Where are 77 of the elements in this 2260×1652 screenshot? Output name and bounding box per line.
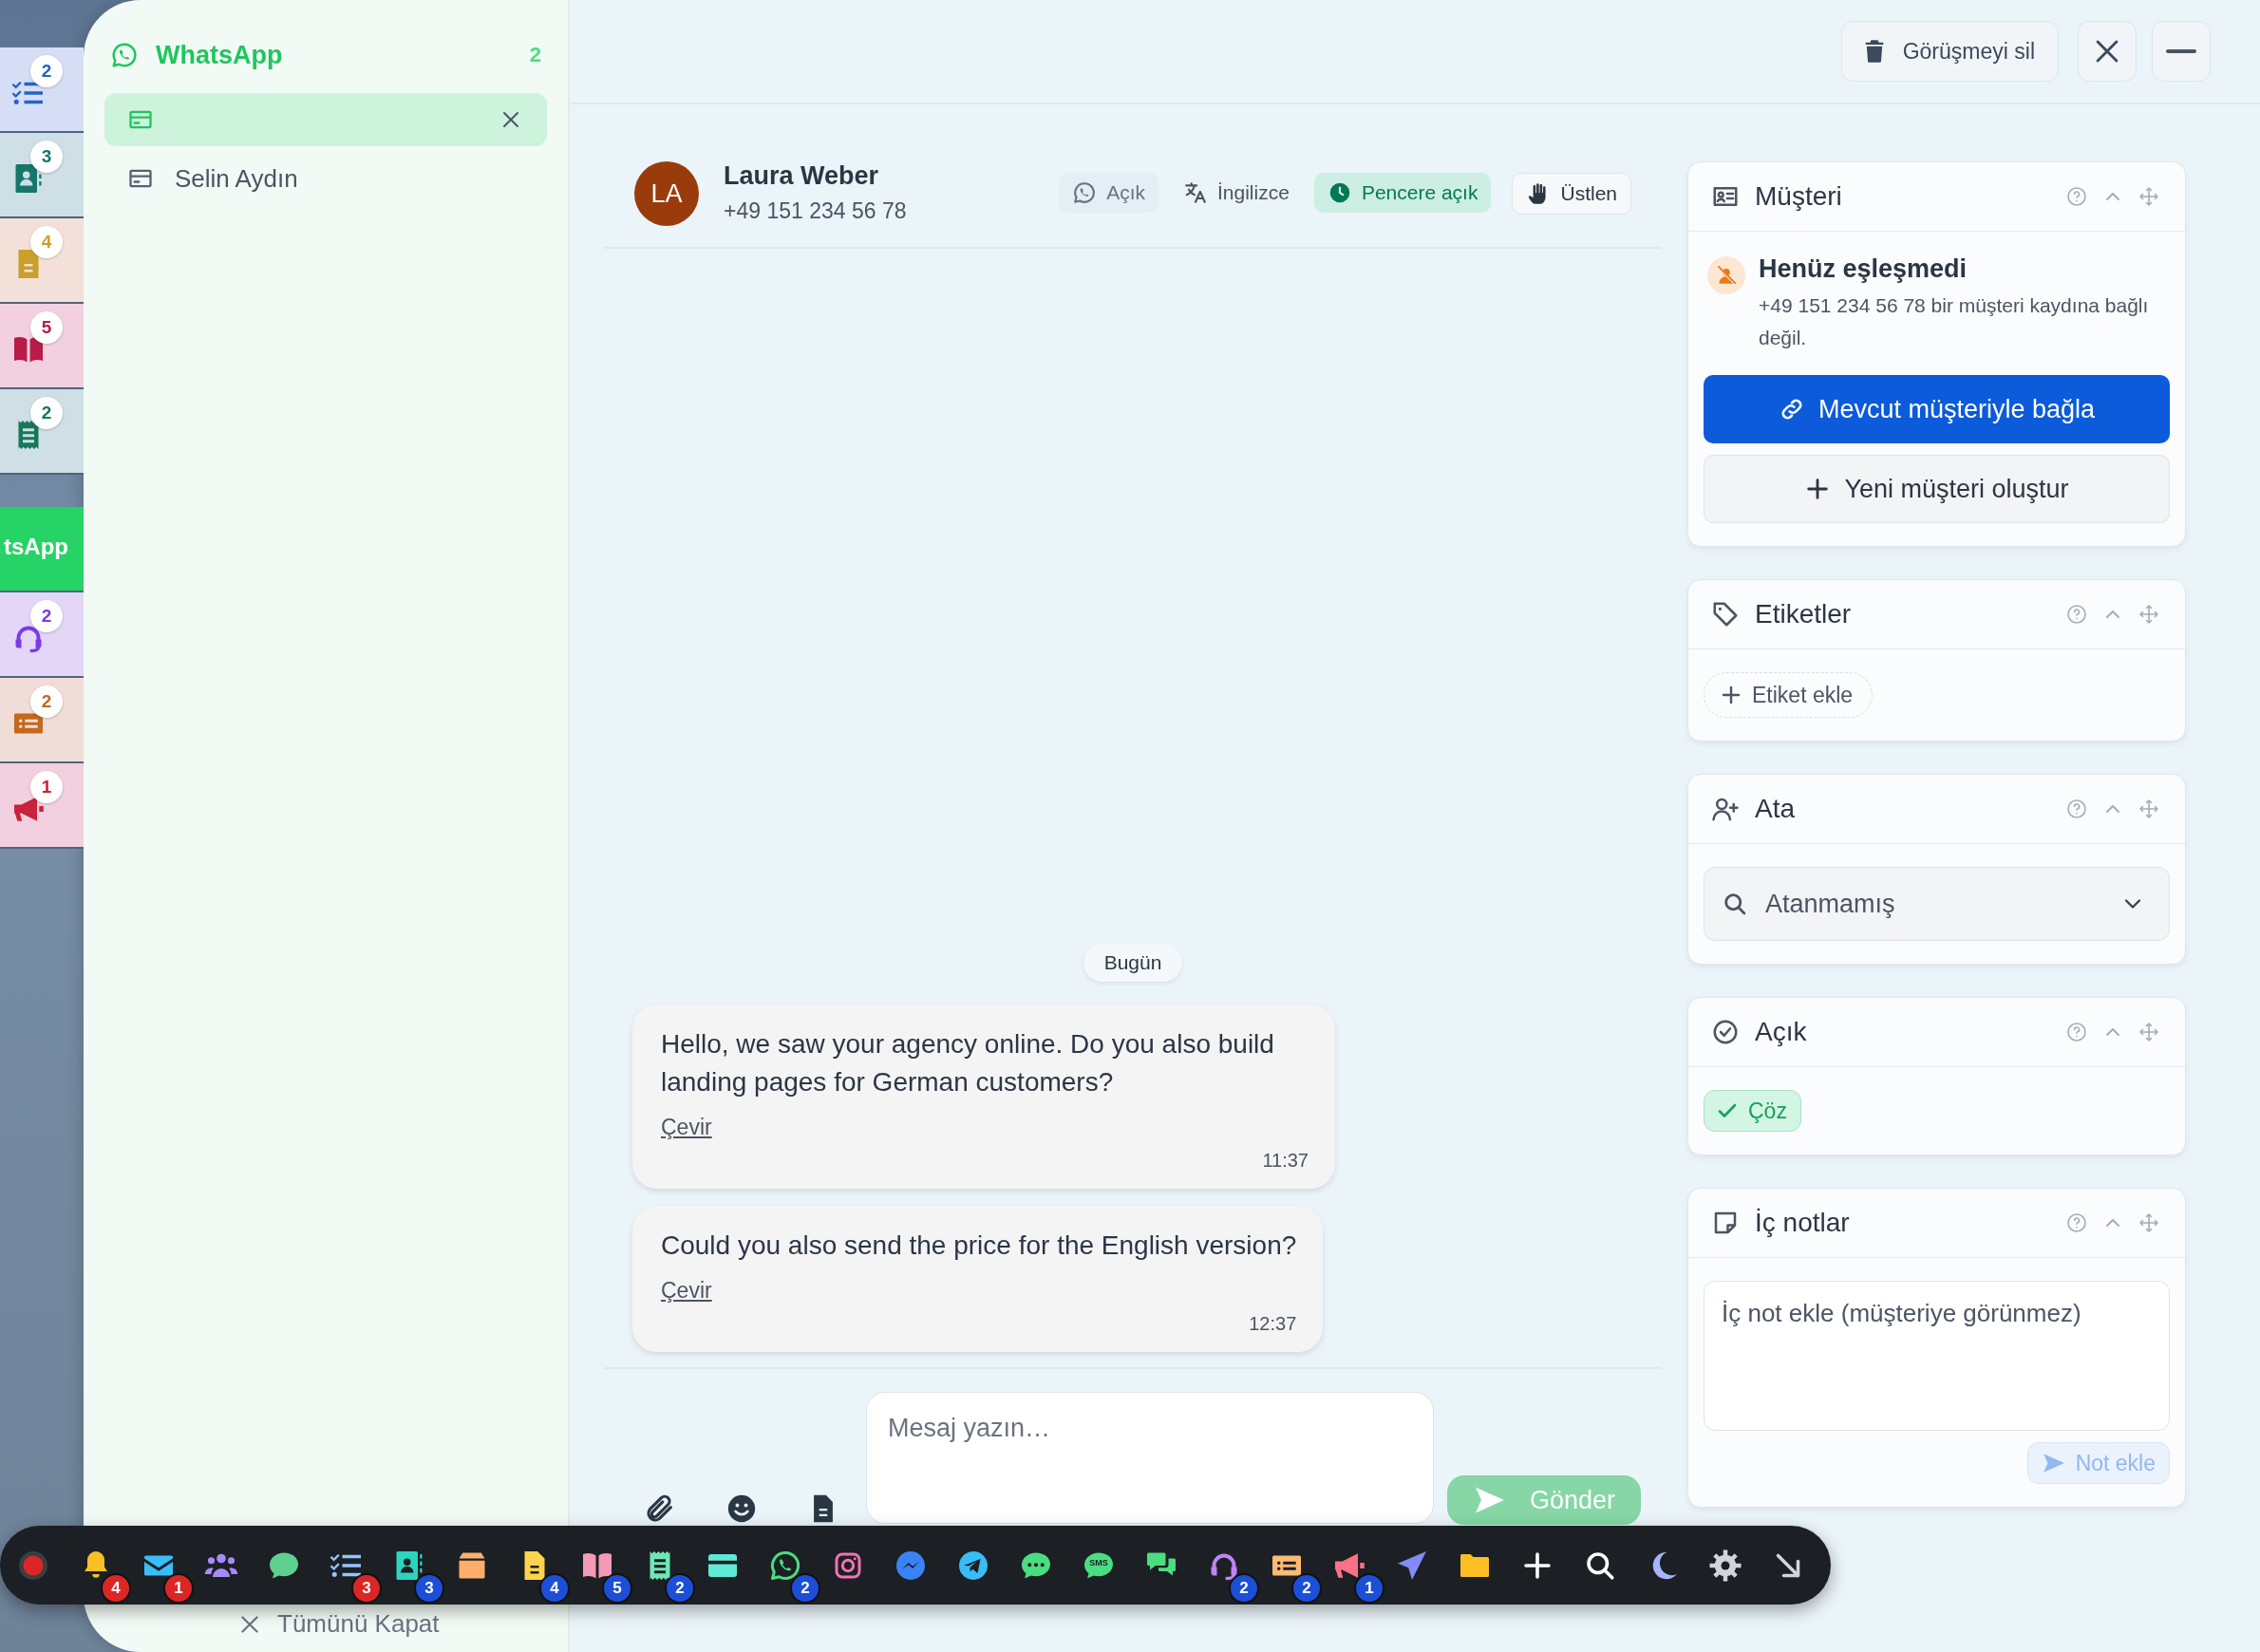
search-icon (1722, 891, 1748, 917)
message-time: 11:37 (1262, 1150, 1309, 1172)
avatar: LA (634, 161, 699, 226)
count-badge: 4 (101, 1573, 131, 1604)
status-chip: Açık (1059, 173, 1158, 213)
count-badge: 2 (30, 397, 63, 429)
phone-bubble-icon (1072, 180, 1098, 205)
rail-tab[interactable]: 2 (0, 47, 84, 133)
emoji-icon[interactable] (725, 1492, 758, 1525)
panel-title: Etiketler (1755, 599, 1852, 629)
rail-tab[interactable]: 2 (0, 678, 84, 763)
count-badge: 1 (30, 771, 63, 803)
count-badge: 3 (414, 1573, 444, 1604)
count-badge: 5 (30, 311, 63, 344)
settings-icon[interactable] (1708, 1548, 1742, 1583)
contact-name: Laura Weber (724, 161, 880, 191)
date-divider: Bugün (1083, 944, 1183, 982)
conversation-item[interactable]: Selin Aydın (104, 152, 547, 205)
count-badge: 1 (1354, 1573, 1384, 1604)
count-badge: 2 (30, 600, 63, 632)
rail-tab[interactable]: 5 (0, 304, 84, 389)
rail-tab[interactable]: 2 (0, 592, 84, 678)
count-badge: 2 (665, 1573, 695, 1604)
conversation-count: 2 (529, 43, 541, 67)
count-badge: 2 (30, 685, 63, 718)
sms-label: SMS (1088, 1558, 1109, 1568)
note-input[interactable]: İç not ekle (müşteriye görünmez) (1704, 1281, 2170, 1431)
rail-tab[interactable]: 1 (0, 763, 84, 849)
drag-handle-icon[interactable] (2138, 1211, 2160, 1234)
count-badge: 2 (1229, 1573, 1259, 1604)
rail-tab[interactable]: 3 (0, 133, 84, 218)
drag-handle-icon[interactable] (2138, 1021, 2160, 1043)
count-badge: 2 (790, 1573, 820, 1604)
match-status: Henüz eşleşmedi (1759, 254, 1968, 284)
count-badge: 1 (163, 1573, 194, 1604)
count-badge: 3 (30, 141, 63, 173)
close-button[interactable] (2078, 21, 2137, 82)
message-input[interactable]: Mesaj yazın… (866, 1392, 1434, 1524)
count-badge: 2 (1291, 1573, 1322, 1604)
close-all-link[interactable]: Tümünü Kapat (277, 1609, 440, 1639)
drag-handle-icon[interactable] (2138, 603, 2160, 626)
create-customer-button[interactable]: Yeni müşteri oluştur (1704, 455, 2170, 523)
panel-title: Müşteri (1755, 181, 1842, 212)
status-chip: Pencere açık (1313, 173, 1492, 213)
rail-tab[interactable]: 2 (0, 389, 84, 475)
language-label: İngilizce (1179, 173, 1293, 213)
tag-icon (1711, 600, 1740, 629)
plus-icon (1720, 684, 1742, 706)
translate-link[interactable]: Çevir (661, 1115, 712, 1140)
contact-phone: +49 151 234 56 78 (724, 198, 907, 224)
count-badge: 2 (30, 55, 63, 87)
delete-conversation-button[interactable]: Görüşmeyi sil (1840, 21, 2059, 82)
check-circle-icon (1711, 1018, 1740, 1046)
sidebar-title: WhatsApp (156, 40, 283, 70)
message-text: Hello, we saw your agency online. Do you also build landing pages for German customers? (661, 1028, 1275, 1098)
message-time: 12:37 (1249, 1313, 1297, 1335)
phone-bubble-icon (110, 41, 139, 69)
panel-title: Açık (1755, 1017, 1807, 1047)
translate-icon (1183, 180, 1208, 205)
translate-link[interactable]: Çevir (661, 1278, 712, 1304)
drag-handle-icon[interactable] (2138, 185, 2160, 208)
message-text: Could you also send the price for the English version? (661, 1230, 1297, 1262)
minimize-button[interactable] (2152, 21, 2211, 82)
panel-title: Ata (1755, 794, 1796, 824)
count-badge: 5 (602, 1573, 632, 1604)
minimize-icon (2166, 49, 2196, 53)
link-customer-button[interactable]: Mevcut müşteriyle bağla (1704, 375, 2170, 443)
count-badge: 4 (30, 226, 63, 258)
drag-handle-icon[interactable] (2138, 798, 2160, 820)
claim-button[interactable]: Üstlen (1512, 173, 1631, 215)
resolve-button[interactable]: Çöz (1704, 1090, 1801, 1132)
match-note: +49 151 234 56 78 bir müşteri kaydına bağlı değil. (1759, 293, 2150, 350)
count-badge: 4 (539, 1573, 570, 1604)
send-icon (2041, 1451, 2066, 1475)
assignee-select[interactable]: Atanmamış (1704, 867, 2170, 941)
count-badge: 3 (351, 1573, 382, 1604)
panel-title: İç notlar (1755, 1208, 1850, 1238)
